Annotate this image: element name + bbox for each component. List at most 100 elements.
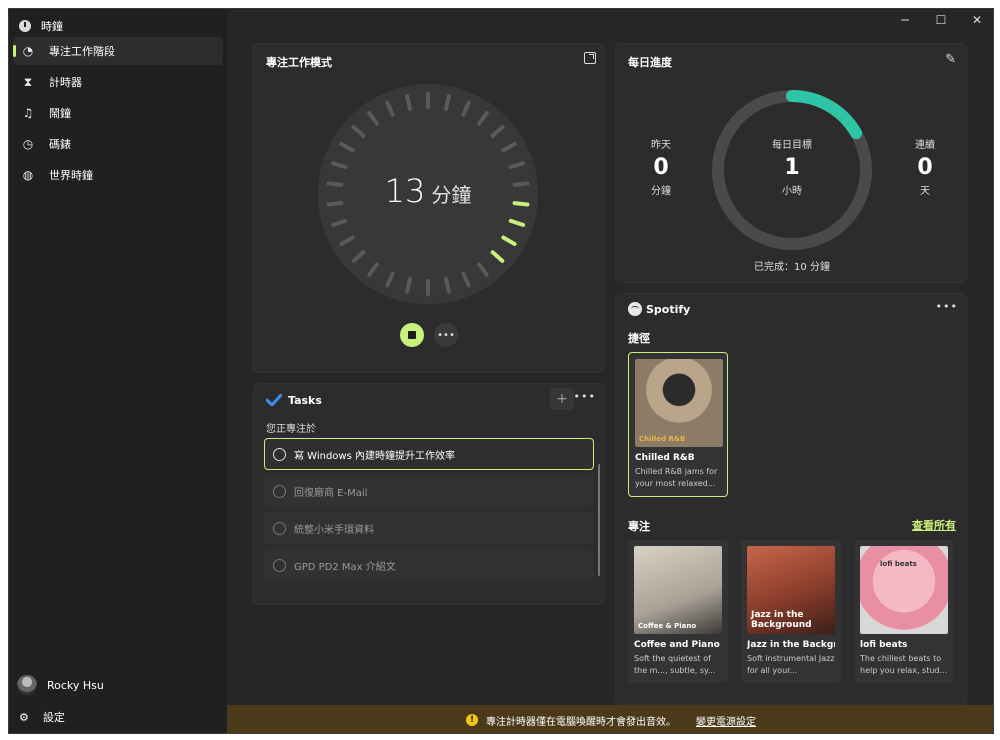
streak-stat: 連續 0 天 [890,136,960,197]
dial-tick [350,124,367,139]
cover-text: Coffee & Piano [638,622,697,630]
task-item[interactable]: 統整小米手環資料 [264,512,594,544]
tasks-card: Tasks + ••• 您正專注於 寫 Windows 內建時鐘提升工作效率 回… [253,383,605,605]
daily-card-title: 每日進度 [628,56,672,69]
focus-playlist-card[interactable]: Jazz in the Background Jazz in the Backg… [741,540,841,683]
more-options-button[interactable]: ••• [434,323,458,347]
sidebar-item-timer[interactable]: ⧗ 計時器 [13,68,223,96]
shortcut-playlist-card[interactable]: Chilled R&B Chilled R&B Chilled R&B jams… [628,352,728,497]
dial-tick [426,279,430,296]
power-settings-link[interactable]: 變更電源設定 [696,713,756,728]
focus-playlist-card[interactable]: lofi beats lofi beats The chillest beats… [854,540,954,683]
maximize-button[interactable]: ☐ [923,9,959,31]
dial-tick [384,100,396,118]
task-item[interactable]: 寫 Windows 內建時鐘提升工作效率 [264,438,594,470]
yesterday-value: 0 [653,155,669,180]
sidebar-item-focus[interactable]: ◔ 專注工作階段 [13,37,223,65]
tasks-scrollbar[interactable] [598,464,600,576]
task-checkbox[interactable] [273,521,286,535]
task-checkbox[interactable] [273,484,286,498]
sidebar-item-alarm[interactable]: ♫ 鬧鐘 [13,99,223,127]
add-task-button[interactable]: + [550,388,574,410]
dial-tick [404,93,413,112]
globe-icon: ◍ [22,168,34,182]
sidebar-item-label: 計時器 [49,76,82,89]
yesterday-unit: 分鐘 [651,186,671,197]
focus-icon: ◔ [22,44,34,58]
bell-icon: ♫ [22,106,34,120]
tasks-more-button[interactable]: ••• [574,390,596,403]
dial-tick [508,218,526,228]
task-text: 回復廠商 E-Mail [294,487,368,499]
sidebar-item-stopwatch[interactable]: ◷ 碼錶 [13,130,223,158]
completed-text: 已完成：10 分鐘 [754,262,830,273]
task-text: 寫 Windows 內建時鐘提升工作效率 [294,450,455,462]
expand-icon[interactable] [584,52,596,64]
minimize-button[interactable]: ─ [887,9,923,31]
clock-app-window: 時鐘 ◔ 專注工作階段 ⧗ 計時器 ♫ 鬧鐘 ◷ 碼錶 ◍ 世界時鐘 Rocky… [8,8,994,734]
hourglass-icon: ⧗ [23,74,33,89]
info-banner: ! 專注計時器僅在電腦喚醒時才會發出音效。 變更電源設定 [227,705,993,733]
avatar [17,675,37,695]
sidebar-item-label: 碼錶 [49,138,71,151]
daily-progress-card: 每日進度 ✎ 昨天 0 分鐘 每日目標 1 小時 連續 0 天 已完成：10 分… [615,43,967,283]
focus-playlist-card[interactable]: Coffee & Piano Coffee and Piano Soft the… [628,540,728,683]
dial-tick [460,270,472,288]
yesterday-stat: 昨天 0 分鐘 [626,136,696,197]
focus-timer-dial: 13 分鐘 [318,84,538,304]
task-checkbox[interactable] [273,447,286,461]
dial-tick [508,160,526,170]
dial-tick [404,276,413,295]
task-item[interactable]: 回復廠商 E-Mail [264,475,594,507]
cover-text: Chilled R&B [639,435,686,443]
daily-goal-stat[interactable]: 每日目標 1 小時 [757,136,827,197]
timer-minutes: 13 [384,172,426,210]
playlist-description: Soft instrumental Jazz for all your... [747,654,835,675]
dial-tick [476,261,490,278]
playlist-cover: Chilled R&B [635,359,723,447]
dial-tick [426,92,430,109]
spotify-more-button[interactable]: ••• [936,300,958,313]
window-controls: ─ ☐ ✕ [887,9,993,31]
focusing-on-label: 您正專注於 [266,424,316,435]
playlist-name: lofi beats [860,640,908,650]
dial-tick [476,110,490,127]
sidebar: 時鐘 ◔ 專注工作階段 ⧗ 計時器 ♫ 鬧鐘 ◷ 碼錶 ◍ 世界時鐘 Rocky… [9,9,227,733]
streak-value: 0 [917,155,933,180]
settings-label: 設定 [42,711,65,724]
task-text: 統整小米手環資料 [294,524,374,536]
streak-label: 連續 [915,140,935,151]
stop-button[interactable] [400,323,424,347]
focus-card-title: 專注工作模式 [266,56,332,69]
dial-tick [460,100,472,118]
user-name: Rocky Hsu [47,678,104,692]
timer-readout: 13 分鐘 [318,172,538,210]
close-button[interactable]: ✕ [959,9,993,31]
playlist-description: The chillest beats to help you relax, st… [860,654,948,675]
playlist-description: Chilled R&B jams for your most relaxed..… [635,467,718,488]
pencil-icon[interactable]: ✎ [945,52,956,67]
task-list: 寫 Windows 內建時鐘提升工作效率 回復廠商 E-Mail 統整小米手環資… [264,438,594,586]
playlist-name: Chilled R&B [635,453,695,463]
task-text: GPD PD2 Max 介紹文 [294,561,396,573]
dial-tick [330,218,348,228]
see-all-link[interactable]: 查看所有 [912,517,956,533]
playlist-name: Jazz in the Backgr... [747,640,835,650]
dial-tick [443,276,452,295]
sidebar-item-label: 鬧鐘 [49,107,71,120]
sidebar-nav: ◔ 專注工作階段 ⧗ 計時器 ♫ 鬧鐘 ◷ 碼錶 ◍ 世界時鐘 [9,37,223,192]
gear-icon: ⚙ [19,710,29,724]
dial-tick [489,249,506,264]
sidebar-item-label: 專注工作階段 [49,45,115,58]
clock-app-icon [19,20,31,32]
app-title-bar: 時鐘 [19,15,63,37]
playlist-cover: Coffee & Piano [634,546,722,634]
settings-button[interactable]: ⚙ 設定 [19,709,65,725]
sidebar-item-world-clock[interactable]: ◍ 世界時鐘 [13,161,223,189]
todo-check-icon [266,394,282,406]
tasks-title: Tasks [288,394,322,407]
playlist-cover: lofi beats [860,546,948,634]
task-checkbox[interactable] [273,558,286,572]
task-item[interactable]: GPD PD2 Max 介紹文 [264,549,594,581]
user-account[interactable]: Rocky Hsu [17,675,104,695]
